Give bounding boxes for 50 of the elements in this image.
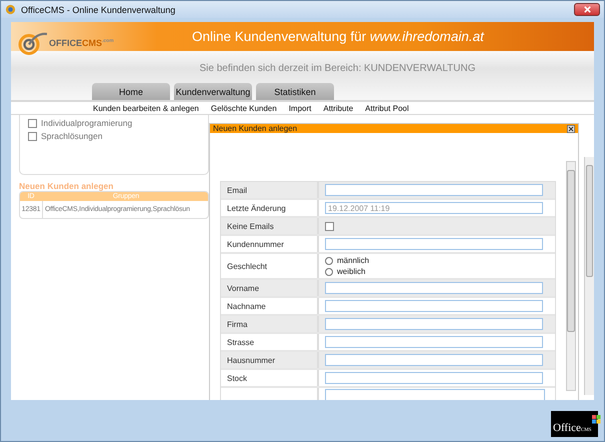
checkbox[interactable] bbox=[28, 118, 37, 128]
field-label: Strasse bbox=[221, 334, 319, 350]
subnav-link[interactable]: Kunden bearbeiten & anlegen bbox=[93, 104, 199, 112]
input-field[interactable] bbox=[325, 372, 543, 384]
checkbox-label: Sprachlösungen bbox=[41, 131, 102, 141]
close-icon[interactable] bbox=[567, 124, 575, 132]
logo-text: OFFICECMS$^{.com}$ bbox=[49, 38, 114, 48]
input-field[interactable] bbox=[325, 282, 543, 294]
field-label: Vorname bbox=[221, 280, 319, 296]
radio-label: weiblich bbox=[337, 267, 366, 276]
flag-icon bbox=[592, 415, 602, 424]
window-title: OfficeCMS - Online Kundenverwaltung bbox=[21, 4, 176, 14]
field-label: Firma bbox=[221, 316, 319, 332]
location-text: Sie befinden sich derzeit im Bereich: KUNDENVERWALTUNG bbox=[198, 63, 477, 74]
input-field[interactable] bbox=[325, 318, 543, 330]
app-icon bbox=[5, 4, 16, 15]
section-title: Neuen Kunden anlegen bbox=[19, 181, 114, 191]
field-label: Keine Emails bbox=[221, 218, 319, 234]
close-button[interactable] bbox=[574, 3, 600, 16]
input-field[interactable] bbox=[325, 238, 543, 250]
field-label: Hausnummer bbox=[221, 352, 319, 368]
nav-tab[interactable]: Kundenverwaltung bbox=[174, 83, 252, 100]
field-label: Letzte Änderung bbox=[221, 200, 319, 216]
input-field[interactable] bbox=[325, 389, 545, 400]
subnav-link[interactable]: Gelöschte Kunden bbox=[210, 104, 277, 112]
input-field[interactable] bbox=[325, 300, 543, 312]
field-label: Email bbox=[221, 182, 319, 198]
radio-label: männlich bbox=[337, 256, 370, 265]
header-title: Online Kundenverwaltung für www.ihredomain.at bbox=[192, 29, 484, 44]
subnav-link[interactable]: Attribute bbox=[323, 104, 354, 112]
input-field[interactable] bbox=[325, 184, 543, 196]
input-field[interactable] bbox=[325, 354, 543, 366]
dialog-title: Neuen Kunden anlegen bbox=[213, 124, 298, 133]
field-label: Kundennummer bbox=[221, 236, 319, 252]
scrollbar[interactable] bbox=[584, 157, 594, 395]
scrollbar[interactable] bbox=[566, 161, 576, 391]
checkbox[interactable] bbox=[28, 132, 37, 140]
nav-tab[interactable]: Home bbox=[92, 83, 170, 100]
subnav-link[interactable]: Attribut Pool bbox=[365, 104, 409, 112]
radio-button[interactable] bbox=[325, 256, 333, 264]
nav-tab[interactable]: Statistiken bbox=[256, 83, 334, 100]
field-label: Stock bbox=[221, 370, 319, 386]
checkbox-label: Individualprogramierung bbox=[41, 118, 132, 128]
subnav-link[interactable]: Import bbox=[288, 104, 312, 112]
field-label: Geschlecht bbox=[221, 254, 319, 278]
radio-button[interactable] bbox=[325, 268, 333, 276]
input-field[interactable] bbox=[325, 336, 543, 348]
close-icon bbox=[582, 5, 592, 14]
field-label: Nachname bbox=[221, 298, 319, 314]
checkbox[interactable] bbox=[325, 222, 334, 230]
